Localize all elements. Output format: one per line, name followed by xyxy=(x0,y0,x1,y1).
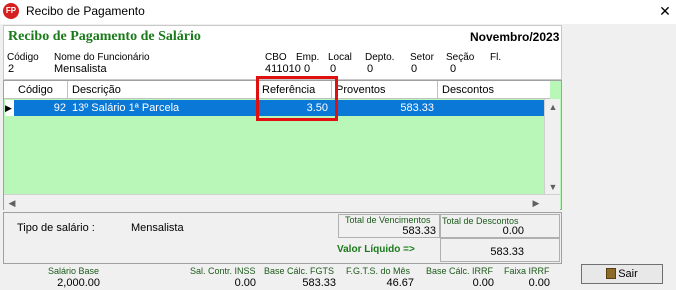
row-descricao: 13º Salário 1ª Parcela xyxy=(72,102,180,114)
period-label: Novembro/2023 xyxy=(470,30,560,44)
nome-value: Mensalista xyxy=(54,63,107,75)
emp-value: 0 xyxy=(304,63,311,75)
fgts-mes-value: 46.67 xyxy=(386,277,414,289)
depto-label: Depto. xyxy=(365,52,395,63)
faixa-irrf-label: Faixa IRRF xyxy=(504,266,550,276)
salario-base-value: 2,000.00 xyxy=(57,277,100,289)
referencia-highlight xyxy=(256,76,338,121)
emp-label: Emp. xyxy=(296,52,320,63)
valor-liquido-value: 583.33 xyxy=(490,246,524,258)
salario-base-label: Salário Base xyxy=(48,266,100,276)
base-calc-irrf-value: 0.00 xyxy=(472,277,494,289)
close-icon[interactable]: ✕ xyxy=(656,2,674,20)
total-vencimentos-value: 583.33 xyxy=(402,225,436,237)
secao-label: Seção xyxy=(446,52,475,63)
column-header-descricao[interactable]: Descrição xyxy=(68,81,258,99)
nome-label: Nome do Funcionário xyxy=(54,52,150,63)
total-descontos-value: 0.00 xyxy=(502,225,524,237)
column-header-codigo[interactable]: Código xyxy=(14,81,68,99)
horizontal-scrollbar[interactable]: ◀ ▶ xyxy=(4,194,560,210)
sair-button-label: Sair xyxy=(618,268,638,280)
codigo-value: 2 xyxy=(8,63,15,75)
total-vencimentos-label: Total de Vencimentos xyxy=(345,215,431,225)
tipo-salario-label: Tipo de salário : xyxy=(17,222,95,234)
faixa-irrf-value: 0.00 xyxy=(528,277,550,289)
row-descontos xyxy=(438,100,542,116)
scroll-left-icon[interactable]: ◀ xyxy=(4,195,20,211)
base-calc-fgts-value: 583.33 xyxy=(302,277,336,289)
sair-button[interactable]: Sair xyxy=(581,264,663,284)
window-title: Recibo de Pagamento xyxy=(26,4,145,18)
local-value: 0 xyxy=(330,63,337,75)
scroll-up-icon[interactable]: ▲ xyxy=(545,99,561,115)
sal-contr-inss-value: 0.00 xyxy=(234,277,256,289)
row-codigo: 92 xyxy=(53,102,66,114)
app-icon: FP xyxy=(3,3,19,19)
secao-value: 0 xyxy=(450,63,457,75)
setor-value: 0 xyxy=(411,63,418,75)
sal-contr-inss-label: Sal. Contr. INSS xyxy=(190,266,256,276)
column-header-proventos[interactable]: Proventos xyxy=(332,81,438,99)
exit-door-icon xyxy=(606,268,617,279)
row-indicator-icon: ▶ xyxy=(5,100,14,116)
cbo-value: 411010 xyxy=(265,63,301,75)
cbo-label: CBO xyxy=(265,52,287,63)
page-title: Recibo de Pagamento de Salário xyxy=(8,29,201,44)
fgts-mes-label: F.G.T.S. do Mês xyxy=(346,266,411,276)
valor-liquido-label: Valor Líquido => xyxy=(337,244,415,255)
base-calc-irrf-label: Base Cálc. IRRF xyxy=(426,266,494,276)
base-calc-fgts-label: Base Cálc. FGTS xyxy=(264,266,335,276)
local-label: Local xyxy=(328,52,352,63)
scroll-down-icon[interactable]: ▼ xyxy=(545,179,561,195)
vertical-scrollbar[interactable]: ▲ ▼ xyxy=(544,99,560,195)
scroll-right-icon[interactable]: ▶ xyxy=(528,195,544,211)
codigo-label: Código xyxy=(7,52,39,63)
tipo-salario-value: Mensalista xyxy=(131,222,184,234)
setor-label: Setor xyxy=(410,52,434,63)
depto-value: 0 xyxy=(367,63,374,75)
row-proventos: 583.33 xyxy=(400,102,434,114)
fl-label: Fl. xyxy=(490,52,502,63)
column-header-descontos[interactable]: Descontos xyxy=(438,81,544,99)
